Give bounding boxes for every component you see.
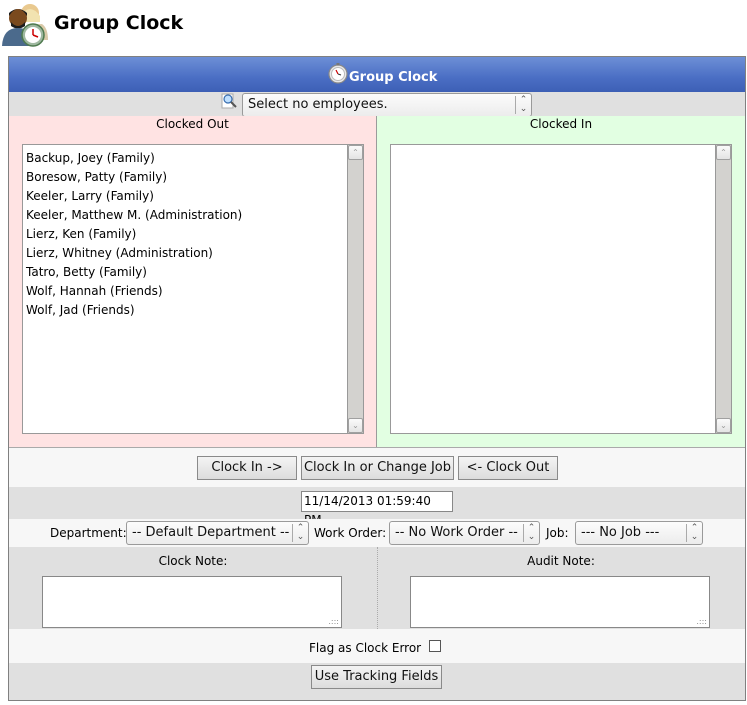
clocked-out-column: Clocked Out Backup, Joey (Family) Boresow… <box>9 116 377 447</box>
stopwatch-icon <box>328 63 348 84</box>
panel-title-bar: Group Clock <box>9 57 745 92</box>
clock-action-row: Clock In -> Clock In or Change Job <- Cl… <box>9 447 745 487</box>
employee-list-item[interactable]: Tatro, Betty (Family) <box>26 263 242 282</box>
resize-grip-icon[interactable]: .::: <box>696 618 707 626</box>
page-title: Group Clock <box>54 12 184 34</box>
clocked-in-column: Clocked In ⌃ ⌄ <box>377 116 745 447</box>
clocked-in-list[interactable]: ⌃ ⌄ <box>390 144 732 434</box>
datetime-row: 11/14/2013 01:59:40 PM <box>9 487 745 527</box>
resize-grip-icon[interactable]: .::: <box>328 618 339 626</box>
employee-list-item[interactable]: Wolf, Hannah (Friends) <box>26 282 242 301</box>
job-value: --- No Job --- <box>581 525 660 540</box>
audit-note-label: Audit Note: <box>527 554 595 568</box>
work-order-label: Work Order: <box>314 526 387 540</box>
employee-list-item[interactable]: Keeler, Matthew M. (Administration) <box>26 206 242 225</box>
job-dropdown[interactable]: --- No Job --- ⌃ ⌄ <box>575 521 703 545</box>
scroll-up-icon[interactable]: ⌃ <box>716 145 731 160</box>
department-dropdown[interactable]: -- Default Department -- ⌃ ⌄ <box>126 521 309 545</box>
job-selection-row: Department: -- Default Department -- ⌃ ⌄ … <box>9 519 745 547</box>
employee-list-item[interactable]: Wolf, Jad (Friends) <box>26 301 242 320</box>
chevron-updown-icon: ⌃ ⌄ <box>523 524 539 542</box>
page-header: Group Clock <box>0 0 747 50</box>
clocked-out-header: Clocked Out <box>156 117 229 131</box>
clocked-out-scrollbar[interactable]: ⌃ ⌄ <box>347 145 363 433</box>
employee-list-item[interactable]: Boresow, Patty (Family) <box>26 168 242 187</box>
chevron-updown-icon: ⌃ ⌄ <box>515 96 531 114</box>
clocked-out-list[interactable]: Backup, Joey (Family) Boresow, Patty (Fam… <box>22 144 364 434</box>
clock-note-textarea[interactable]: .::: <box>42 576 342 628</box>
flag-clock-error-label: Flag as Clock Error <box>309 641 422 655</box>
audit-note-textarea[interactable]: .::: <box>410 576 710 628</box>
clocked-in-scrollbar[interactable]: ⌃ ⌄ <box>715 145 731 433</box>
department-label: Department: <box>50 526 127 540</box>
employee-selection-dropdown[interactable]: Select no employees. ⌃ ⌄ <box>242 93 532 117</box>
chevron-updown-icon: ⌃ ⌄ <box>292 524 308 542</box>
scroll-down-icon[interactable]: ⌄ <box>716 418 731 433</box>
clocked-in-header: Clocked In <box>529 117 593 131</box>
scroll-up-icon[interactable]: ⌃ <box>348 145 363 160</box>
chevron-updown-icon: ⌃ ⌄ <box>686 524 702 542</box>
scroll-down-icon[interactable]: ⌄ <box>348 418 363 433</box>
flag-error-row: Flag as Clock Error <box>9 629 745 663</box>
clock-in-button[interactable]: Clock In -> <box>197 456 297 480</box>
group-clock-panel: Group Clock Select no employees. ⌃ ⌄ Cloc… <box>8 56 746 701</box>
clocked-out-items: Backup, Joey (Family) Boresow, Patty (Fam… <box>26 149 242 320</box>
employee-filter-row: Select no employees. ⌃ ⌄ <box>9 92 745 117</box>
employee-list-item[interactable]: Backup, Joey (Family) <box>26 149 242 168</box>
datetime-input[interactable]: 11/14/2013 01:59:40 PM <box>301 491 453 527</box>
employee-list-item[interactable]: Lierz, Ken (Family) <box>26 225 242 244</box>
use-tracking-fields-button[interactable]: Use Tracking Fields <box>311 665 442 689</box>
tracking-row: Use Tracking Fields <box>9 663 745 700</box>
work-order-value: -- No Work Order -- <box>395 525 518 540</box>
clock-in-change-job-button[interactable]: Clock In or Change Job <box>301 456 454 480</box>
search-icon[interactable] <box>221 93 239 111</box>
department-value: -- Default Department -- <box>132 525 290 540</box>
group-clock-users-icon <box>2 4 48 47</box>
clock-note-label: Clock Note: <box>158 554 228 568</box>
notes-row: Clock Note: .::: Audit Note: .::: <box>9 547 745 629</box>
employee-selection-value: Select no employees. <box>248 97 388 112</box>
flag-clock-error-checkbox[interactable] <box>429 640 441 652</box>
panel-title: Group Clock <box>349 70 438 85</box>
work-order-dropdown[interactable]: -- No Work Order -- ⌃ ⌄ <box>389 521 540 545</box>
employee-list-item[interactable]: Keeler, Larry (Family) <box>26 187 242 206</box>
clock-out-button[interactable]: <- Clock Out <box>458 456 558 480</box>
job-label: Job: <box>546 526 569 540</box>
employee-list-item[interactable]: Lierz, Whitney (Administration) <box>26 244 242 263</box>
